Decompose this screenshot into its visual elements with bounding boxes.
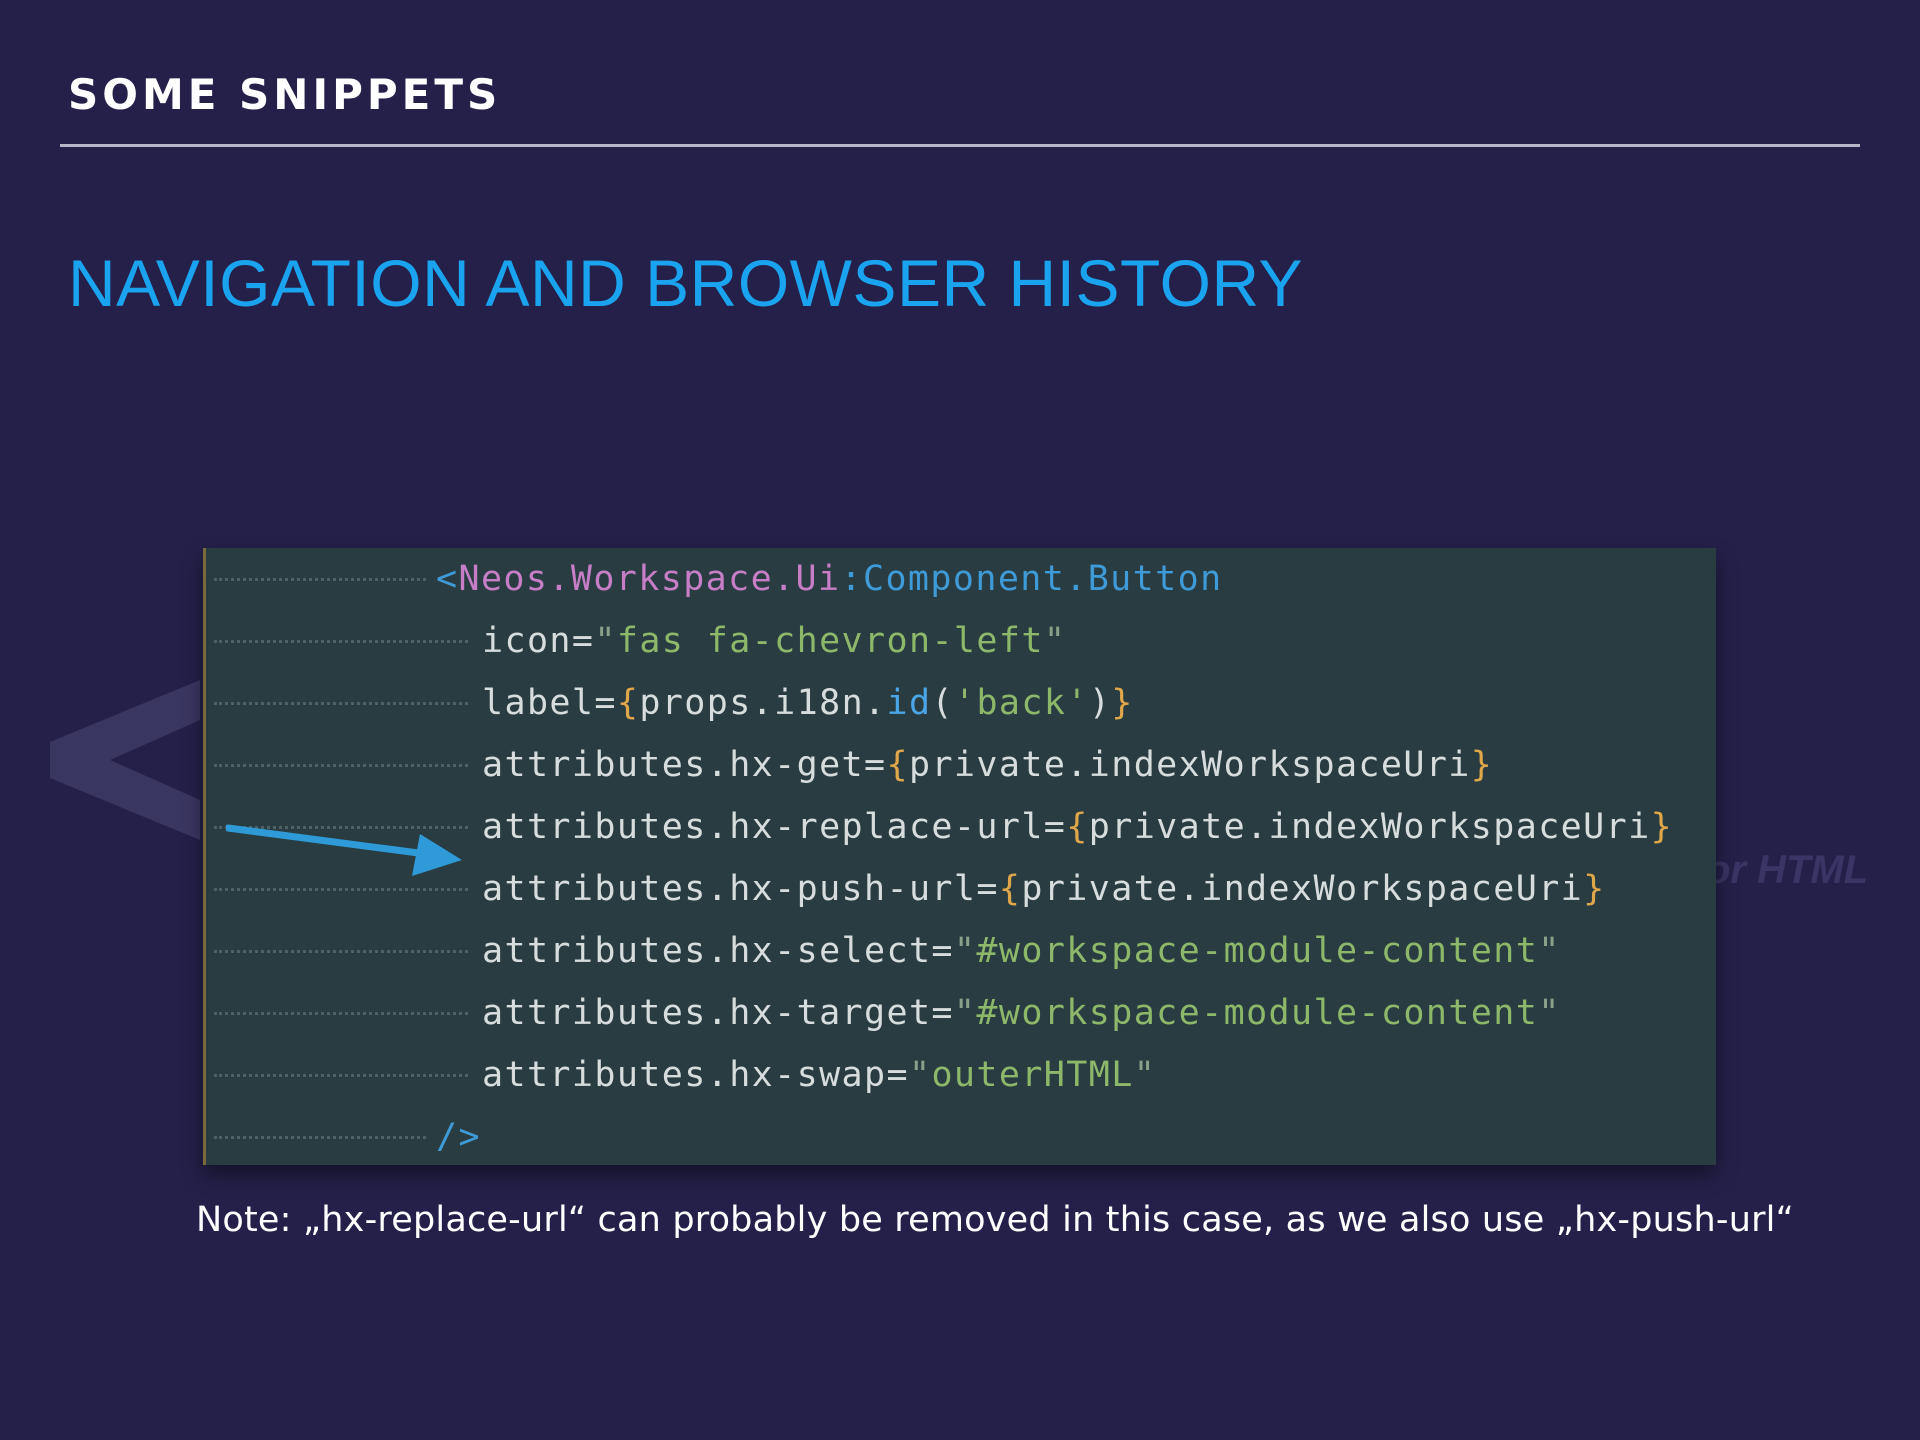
code-token: " <box>953 993 977 1033</box>
code-line: /> <box>206 1106 481 1168</box>
indent-guide <box>206 920 482 982</box>
code-token: { <box>616 683 640 723</box>
code-line: attributes.hx-select= " #workspace-module-… <box>206 920 1561 982</box>
code-line: < Neos.Workspace.Ui:Component.Button <box>206 548 1223 610</box>
code-token: private.indexWorkspaceUri <box>1021 869 1584 909</box>
code-token: attributes.hx-select= <box>482 931 954 971</box>
code-token: " <box>594 621 617 661</box>
code-token: attributes.hx-swap= <box>482 1055 909 1095</box>
section-label: SOME SNIPPETS <box>68 70 502 119</box>
indent-guide <box>206 672 482 734</box>
code-token: " <box>908 1055 932 1095</box>
code-token: { <box>886 745 909 785</box>
indent-guide <box>206 1106 436 1168</box>
chevron-left-icon <box>50 680 200 840</box>
code-token: } <box>1111 683 1134 723</box>
code-token: } <box>1650 807 1674 847</box>
indent-guide <box>206 610 482 672</box>
code-token: { <box>1066 807 1089 847</box>
code-token: attributes.hx-replace-url= <box>482 807 1067 847</box>
code-token: fas fa-chevron-left <box>616 621 1044 661</box>
slide-title: NAVIGATION AND BROWSER HISTORY <box>68 246 1303 320</box>
arrow-right-icon <box>226 824 462 876</box>
code-token: " <box>1538 993 1561 1033</box>
code-line: attributes.hx-swap= " outerHTML " <box>206 1044 1156 1106</box>
indent-guide <box>206 982 482 1044</box>
code-token: id <box>886 683 932 723</box>
code-token: { <box>998 869 1022 909</box>
code-token: outerHTML <box>931 1055 1134 1095</box>
code-token: 'back' <box>953 683 1089 723</box>
code-token: " <box>1133 1055 1157 1095</box>
header-divider <box>60 144 1860 147</box>
code-token: " <box>953 931 977 971</box>
code-token: } <box>1470 745 1494 785</box>
code-token: /> <box>436 1117 481 1157</box>
indent-guide <box>206 548 436 610</box>
code-token: attributes.hx-target= <box>482 993 954 1033</box>
code-token: private.indexWorkspaceUri <box>908 745 1471 785</box>
code-token: #workspace-module-content <box>976 931 1539 971</box>
code-token: " <box>1043 621 1067 661</box>
code-token: ) <box>1088 683 1112 723</box>
code-token: #workspace-module-content <box>976 993 1539 1033</box>
code-token: < <box>436 559 459 599</box>
indent-guide <box>206 734 482 796</box>
code-token: " <box>1538 931 1561 971</box>
background-watermark: or HTML <box>1706 848 1869 892</box>
code-token: attributes.hx-get= <box>482 745 887 785</box>
code-token: props.i18n. <box>639 683 887 723</box>
code-token: attributes.hx-push-url= <box>482 869 999 909</box>
code-line: attributes.hx-target= " #workspace-module-… <box>206 982 1561 1044</box>
code-line: attributes.hx-get={private.indexWorkspac… <box>206 734 1493 796</box>
note-text: Note: „hx-replace-url“ can probably be r… <box>196 1200 1794 1240</box>
code-token: ( <box>931 683 954 723</box>
code-token: private.indexWorkspaceUri <box>1088 807 1651 847</box>
code-token: icon= <box>482 621 595 661</box>
code-line: icon= " fas fa-chevron-left " <box>206 610 1066 672</box>
code-token: label= <box>482 683 617 723</box>
code-token: Neos.Workspace.Ui <box>458 559 841 599</box>
indent-guide <box>206 1044 482 1106</box>
code-line: label={props.i18n. id('back')} <box>206 672 1134 734</box>
code-token: :Component.Button <box>840 559 1223 599</box>
code-token: } <box>1583 869 1606 909</box>
